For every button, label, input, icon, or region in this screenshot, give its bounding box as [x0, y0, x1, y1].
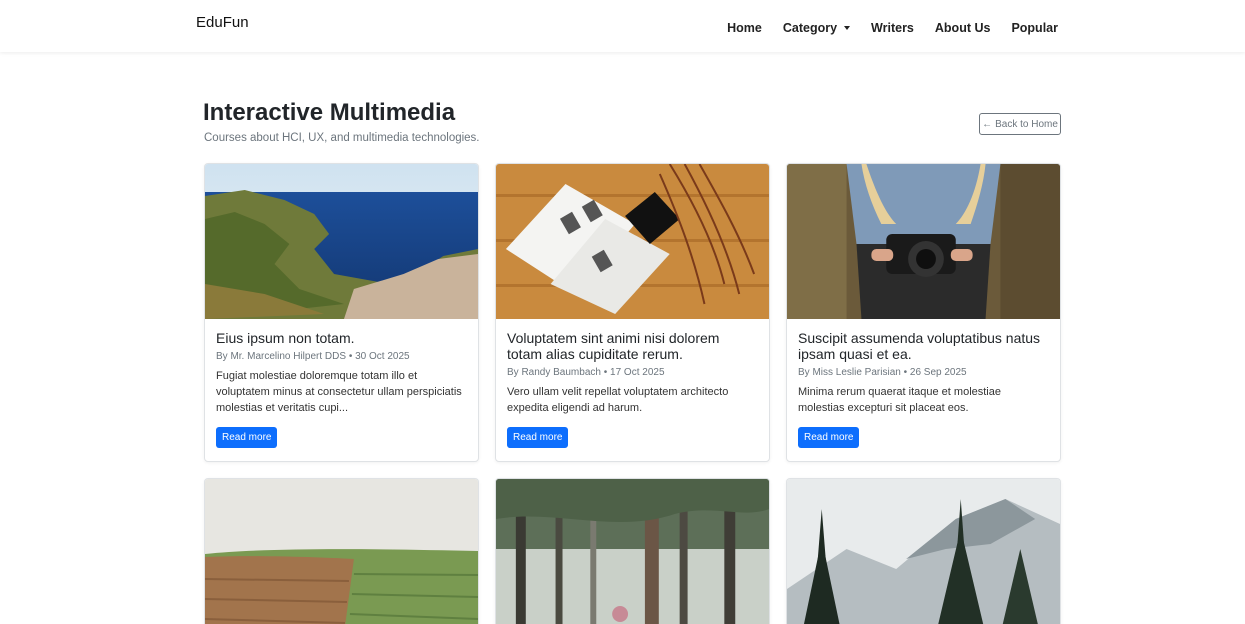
nav-category[interactable]: Category [782, 21, 851, 35]
page-subtitle: Courses about HCI, UX, and multimedia te… [204, 132, 480, 144]
arrow-left-icon: ← [982, 118, 993, 130]
article-card: Voluptatem sint animi nisi dolorem totam… [495, 163, 770, 462]
navbar: EduFun Home Category Writers About Us Po… [0, 0, 1245, 52]
card-image-forest [496, 479, 769, 624]
read-more-button[interactable]: Read more [216, 427, 278, 448]
back-to-home-button[interactable]: ← Back to Home [979, 113, 1061, 135]
card-author: By Miss Leslie Parisian [798, 367, 901, 378]
read-more-button[interactable]: Read more [798, 427, 860, 448]
card-date: 30 Oct 2025 [355, 351, 410, 362]
meta-separator: • [348, 351, 353, 362]
back-button-label: Back to Home [995, 118, 1058, 130]
caret-down-icon [844, 26, 851, 30]
card-image-magazine [496, 164, 769, 319]
nav-writers[interactable]: Writers [871, 21, 914, 35]
nav-popular[interactable]: Popular [1011, 21, 1058, 35]
card-excerpt: Minima rerum quaerat itaque et molestiae… [798, 386, 1001, 414]
brand-logo[interactable]: EduFun [196, 14, 249, 31]
card-date: 26 Sep 2025 [909, 367, 967, 378]
card-meta: By Mr. Marcelino Hilpert DDS • 30 Oct 20… [216, 351, 467, 362]
nav-about-us[interactable]: About Us [935, 21, 991, 35]
page-title: Interactive Multimedia [203, 99, 456, 126]
card-meta: By Randy Baumbach • 17 Oct 2025 [507, 367, 758, 378]
card-meta: By Miss Leslie Parisian • 26 Sep 2025 [798, 367, 1049, 378]
card-image-field [205, 479, 478, 624]
nav-home[interactable]: Home [727, 21, 762, 35]
card-date: 17 Oct 2025 [610, 367, 665, 378]
article-card [495, 478, 770, 624]
read-more-button[interactable]: Read more [507, 427, 569, 448]
card-excerpt: Fugiat molestiae doloremque totam illo e… [216, 370, 462, 414]
meta-separator: • [903, 367, 908, 378]
article-card [786, 478, 1061, 624]
article-card: Eius ipsum non totam. By Mr. Marcelino H… [204, 163, 479, 462]
card-author: By Randy Baumbach [507, 367, 601, 378]
card-title[interactable]: Voluptatem sint animi nisi dolorem totam… [507, 330, 758, 362]
card-title[interactable]: Suscipit assumenda voluptatibus natus ip… [798, 330, 1049, 362]
card-author: By Mr. Marcelino Hilpert DDS [216, 351, 347, 362]
nav-menu: Home Category Writers About Us Popular [727, 19, 1058, 37]
nav-category-label: Category [782, 21, 838, 35]
meta-separator: • [603, 367, 608, 378]
article-card [204, 478, 479, 624]
article-card: Suscipit assumenda voluptatibus natus ip… [786, 163, 1061, 462]
card-image-camera [787, 164, 1060, 319]
card-title[interactable]: Eius ipsum non totam. [216, 330, 467, 346]
card-image-coast [205, 164, 478, 319]
card-image-mountain [787, 479, 1060, 624]
card-excerpt: Vero ullam velit repellat voluptatem arc… [507, 386, 729, 414]
